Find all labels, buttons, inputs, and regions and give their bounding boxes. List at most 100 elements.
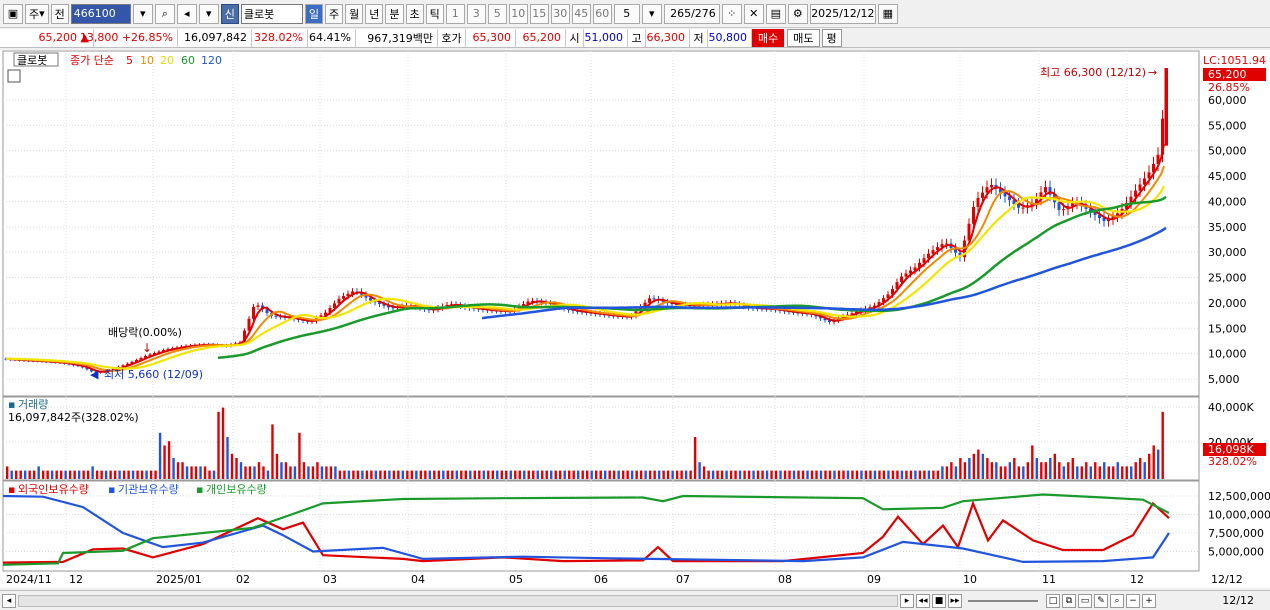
volume-bar (343, 470, 346, 479)
num-button-3[interactable]: 3 (466, 3, 486, 24)
window-icon[interactable]: ▣ (3, 3, 23, 24)
volume-bar (869, 470, 872, 479)
candle-body (342, 296, 345, 299)
prev-button[interactable]: 전 (50, 3, 69, 24)
volume-bar (626, 470, 629, 479)
save-icon[interactable]: ▤ (765, 3, 786, 24)
volume-bar (1103, 462, 1106, 479)
interval-minute[interactable]: 분 (385, 3, 404, 24)
ask-cell: 65,300 (466, 28, 516, 47)
volume-bar (23, 470, 27, 479)
interval-second[interactable]: 초 (405, 3, 424, 24)
count-select[interactable]: 5 (613, 3, 640, 24)
num-button-10[interactable]: 10 (508, 3, 528, 24)
interval-week[interactable]: 주 (325, 3, 344, 24)
chart-toolbar: ▣ 주 ▾ 전 466100 ▾ ⌕ ◂ ▾ 신 클로봇 일 주 월 년 분 초 … (0, 0, 1270, 28)
scroll-left-icon[interactable]: ◂ (2, 593, 16, 608)
dropdown-icon[interactable]: ▾ (132, 3, 153, 24)
volume-bar (608, 470, 611, 479)
price-tick-label: 45,000 (1208, 170, 1247, 183)
volume-bar (145, 470, 148, 479)
num-button-5[interactable]: 5 (487, 3, 507, 24)
crosshair-icon[interactable]: ✕ (743, 3, 764, 24)
fast-forward-icon[interactable]: ▸▸ (948, 593, 962, 608)
volume-value: 16,097,842주(328.02%) (8, 411, 139, 424)
calendar-icon[interactable]: ▦ (877, 3, 898, 24)
dividend-annotation: 배당락(0.00%) (108, 326, 182, 339)
grid-icon[interactable]: ⁘ (721, 3, 742, 24)
num-button-1[interactable]: 1 (445, 3, 465, 24)
candle-body (981, 192, 984, 198)
num-button-30[interactable]: 30 (550, 3, 570, 24)
stop-icon[interactable]: ■ (932, 593, 946, 608)
zoom-out-icon[interactable]: − (1126, 593, 1140, 608)
sell-button[interactable]: 매도 (787, 28, 820, 47)
volume-bar (833, 470, 836, 479)
interval-month[interactable]: 월 (345, 3, 364, 24)
volume-bar (734, 470, 737, 479)
price-tick-label: 5,000 (1208, 373, 1240, 386)
legend-ma120: 120 (201, 54, 222, 67)
num-button-45[interactable]: 45 (571, 3, 591, 24)
volume-bar (374, 470, 378, 479)
volume-bar (194, 466, 198, 479)
table-icon[interactable] (7, 69, 21, 83)
volume-bar (842, 470, 845, 479)
price-tag: 65,200 (1208, 68, 1247, 81)
volume-bar (6, 466, 9, 479)
eval-button[interactable]: 평 (821, 28, 842, 47)
speaker-dropdown-icon[interactable]: ▾ (198, 3, 219, 24)
interval-tick[interactable]: 틱 (425, 3, 444, 24)
period-select[interactable]: 주 ▾ (25, 3, 49, 24)
volume-bar (590, 470, 593, 479)
volume-bar (527, 470, 530, 479)
volume-bar (1094, 462, 1097, 479)
tool-icon-4[interactable]: ✎ (1094, 593, 1108, 608)
scroll-right-icon[interactable]: ▸ (900, 593, 914, 608)
page-counter[interactable]: 265/276 (663, 3, 720, 24)
zoom-in-icon[interactable]: + (1142, 593, 1156, 608)
tool-icon-5[interactable]: ⌕ (1110, 593, 1124, 608)
legend-ma10: 10 (140, 54, 154, 67)
volume-bar (891, 470, 895, 479)
interval-year[interactable]: 년 (365, 3, 384, 24)
stock-chart[interactable]: 60,00055,00050,00045,00040,00035,00030,0… (0, 50, 1270, 588)
volume-bar (671, 470, 674, 479)
volume-bar (50, 470, 54, 479)
page-counter-total: /276 (691, 7, 716, 20)
gear-icon[interactable]: ⚙ (787, 3, 808, 24)
tool-icon-2[interactable]: ⧉ (1062, 593, 1076, 608)
volume-bar (154, 470, 157, 479)
rewind-icon[interactable]: ◂◂ (916, 593, 930, 608)
search-icon[interactable]: ⌕ (154, 3, 175, 24)
date-field[interactable]: 2025/12/12 (809, 3, 876, 24)
stock-name-field[interactable]: 클로봇 (240, 3, 303, 24)
volume-bar (905, 470, 908, 479)
volume-bar (212, 470, 216, 479)
volume-bar (1112, 466, 1115, 479)
volume-bar (918, 470, 922, 479)
tool-icon-3[interactable]: ▭ (1078, 593, 1092, 608)
candle-body (652, 298, 656, 300)
volume-bar (689, 470, 692, 479)
tool-icon-1[interactable]: □ (1046, 593, 1060, 608)
count-dropdown-icon[interactable]: ▾ (641, 3, 662, 24)
holdings-tick-label: 7,500,000 (1208, 527, 1264, 540)
high-arrow-icon: → (1148, 66, 1157, 79)
volume-bar (635, 470, 638, 479)
code-input[interactable]: 466100 (70, 3, 131, 24)
volume-bar (208, 470, 211, 479)
month-label: 07 (676, 573, 690, 586)
chart-area[interactable]: 60,000 55,000 50,000 45,000 40,000 35,000 30,0… (0, 50, 1270, 588)
volume-bar (226, 437, 229, 479)
num-button-15[interactable]: 15 (529, 3, 549, 24)
volume-bar (1098, 466, 1101, 479)
volume-icon: ▪ (8, 398, 15, 411)
zoom-slider[interactable] (968, 599, 1038, 602)
buy-button[interactable]: 매수 (752, 28, 785, 47)
speaker-icon[interactable]: ◂ (176, 3, 197, 24)
volume-bar (28, 470, 31, 479)
interval-day[interactable]: 일 (304, 3, 324, 24)
horizontal-scrollbar[interactable] (18, 594, 898, 607)
num-button-60[interactable]: 60 (592, 3, 612, 24)
